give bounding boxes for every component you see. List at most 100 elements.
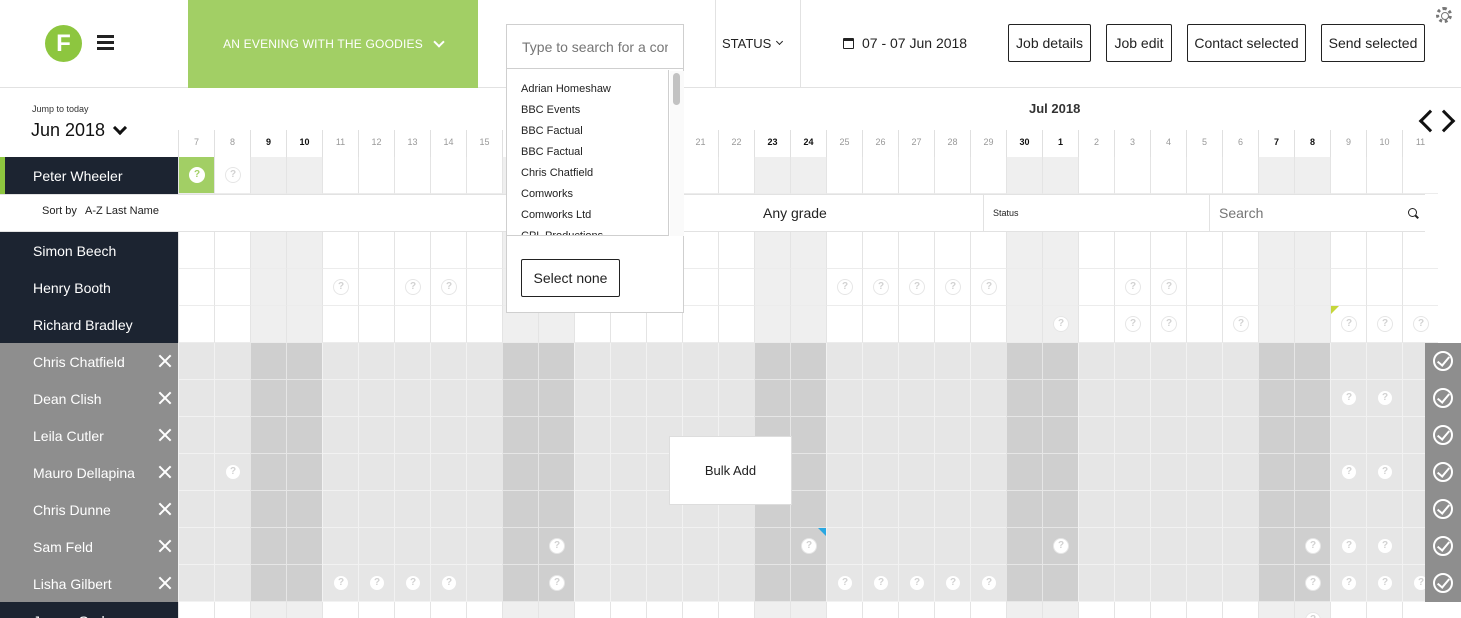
day-cell[interactable] <box>1042 343 1078 380</box>
next-arrow-icon[interactable] <box>1432 109 1456 133</box>
day-cell[interactable] <box>1186 232 1222 269</box>
day-cell[interactable] <box>250 491 286 528</box>
unknown-availability-icon[interactable]: ? <box>441 575 457 591</box>
day-cell[interactable] <box>358 269 394 306</box>
day-cell[interactable] <box>1186 269 1222 306</box>
day-cell[interactable] <box>790 232 826 269</box>
day-cell[interactable] <box>250 380 286 417</box>
day-cell[interactable] <box>358 157 394 194</box>
day-cell[interactable] <box>898 343 934 380</box>
send-selected-button[interactable]: Send selected <box>1321 24 1425 62</box>
person-row[interactable]: Chris Dunne <box>0 491 178 528</box>
unknown-availability-icon[interactable]: ? <box>981 575 997 591</box>
unknown-availability-icon[interactable]: ? <box>369 575 385 591</box>
day-cell[interactable] <box>1258 269 1294 306</box>
unknown-availability-icon[interactable]: ? <box>909 279 925 295</box>
day-cell[interactable] <box>1222 343 1258 380</box>
grade-filter[interactable]: Any grade <box>763 205 827 221</box>
day-cell[interactable] <box>610 417 646 454</box>
day-cell[interactable] <box>1186 343 1222 380</box>
day-cell[interactable] <box>1186 528 1222 565</box>
day-cell[interactable] <box>1006 232 1042 269</box>
day-cell[interactable] <box>682 565 718 602</box>
day-cell[interactable]: ? <box>1366 528 1402 565</box>
day-cell[interactable] <box>394 602 430 618</box>
unknown-availability-icon[interactable]: ? <box>945 575 961 591</box>
day-cell[interactable]: ? <box>1150 269 1186 306</box>
day-cell[interactable] <box>574 602 610 618</box>
scrollbar-thumb[interactable] <box>673 73 680 105</box>
day-cell[interactable] <box>826 380 862 417</box>
day-cell[interactable] <box>970 157 1006 194</box>
day-cell[interactable]: ? <box>430 565 466 602</box>
day-cell[interactable] <box>502 565 538 602</box>
day-cell[interactable]: ? <box>322 565 358 602</box>
app-logo[interactable]: F <box>45 25 82 62</box>
day-cell[interactable] <box>682 528 718 565</box>
day-cell[interactable] <box>502 491 538 528</box>
day-cell[interactable]: ? <box>214 454 250 491</box>
select-check-button[interactable] <box>1425 565 1461 602</box>
day-cell[interactable] <box>466 380 502 417</box>
day-cell[interactable] <box>934 343 970 380</box>
day-cell[interactable] <box>214 269 250 306</box>
day-cell[interactable] <box>682 343 718 380</box>
day-cell[interactable]: ? <box>790 528 826 565</box>
day-cell[interactable]: ? <box>1114 269 1150 306</box>
day-cell[interactable] <box>826 343 862 380</box>
day-cell[interactable] <box>1294 417 1330 454</box>
day-cell[interactable] <box>934 528 970 565</box>
day-cell[interactable] <box>718 343 754 380</box>
day-cell[interactable]: ? <box>1294 602 1330 618</box>
day-cell[interactable] <box>718 306 754 343</box>
unknown-availability-icon[interactable]: ? <box>837 575 853 591</box>
unknown-availability-icon[interactable]: ? <box>333 575 349 591</box>
day-cell[interactable] <box>790 454 826 491</box>
day-cell[interactable] <box>466 454 502 491</box>
day-cell[interactable] <box>574 417 610 454</box>
day-cell[interactable]: ? <box>394 565 430 602</box>
day-cell[interactable] <box>682 380 718 417</box>
close-icon[interactable] <box>158 502 172 516</box>
day-cell[interactable] <box>1042 380 1078 417</box>
day-cell[interactable] <box>1330 417 1366 454</box>
unknown-availability-icon[interactable]: ? <box>1125 279 1141 295</box>
day-cell[interactable] <box>1366 232 1402 269</box>
status-dropdown[interactable]: STATUS <box>722 36 784 51</box>
day-cell[interactable] <box>646 343 682 380</box>
day-cell[interactable] <box>718 565 754 602</box>
day-cell[interactable] <box>610 528 646 565</box>
day-cell[interactable] <box>358 380 394 417</box>
select-check-button[interactable] <box>1425 454 1461 491</box>
day-cell[interactable] <box>790 565 826 602</box>
day-cell[interactable] <box>1006 491 1042 528</box>
day-cell[interactable] <box>1006 417 1042 454</box>
select-none-button[interactable]: Select none <box>521 259 620 297</box>
day-cell[interactable]: ? <box>1402 306 1438 343</box>
day-cell[interactable] <box>322 157 358 194</box>
day-cell[interactable] <box>214 343 250 380</box>
day-cell[interactable] <box>286 454 322 491</box>
day-cell[interactable]: ? <box>1330 565 1366 602</box>
unknown-availability-icon[interactable]: ? <box>225 167 241 183</box>
day-cell[interactable] <box>178 565 214 602</box>
day-cell[interactable] <box>502 528 538 565</box>
day-cell[interactable] <box>1186 380 1222 417</box>
unknown-availability-icon[interactable]: ? <box>1341 316 1357 332</box>
day-cell[interactable] <box>322 380 358 417</box>
day-cell[interactable] <box>1330 491 1366 528</box>
day-cell[interactable] <box>610 343 646 380</box>
company-option[interactable]: Comworks <box>507 184 668 205</box>
day-cell[interactable] <box>1078 528 1114 565</box>
day-cell[interactable] <box>250 417 286 454</box>
day-cell[interactable] <box>178 602 214 618</box>
day-cell[interactable] <box>718 380 754 417</box>
day-cell[interactable] <box>394 454 430 491</box>
day-cell[interactable] <box>250 157 286 194</box>
day-cell[interactable] <box>1078 306 1114 343</box>
day-cell[interactable] <box>862 491 898 528</box>
day-cell[interactable]: ? <box>214 157 250 194</box>
day-cell[interactable] <box>1222 454 1258 491</box>
day-cell[interactable]: ? <box>394 269 430 306</box>
day-cell[interactable] <box>430 306 466 343</box>
